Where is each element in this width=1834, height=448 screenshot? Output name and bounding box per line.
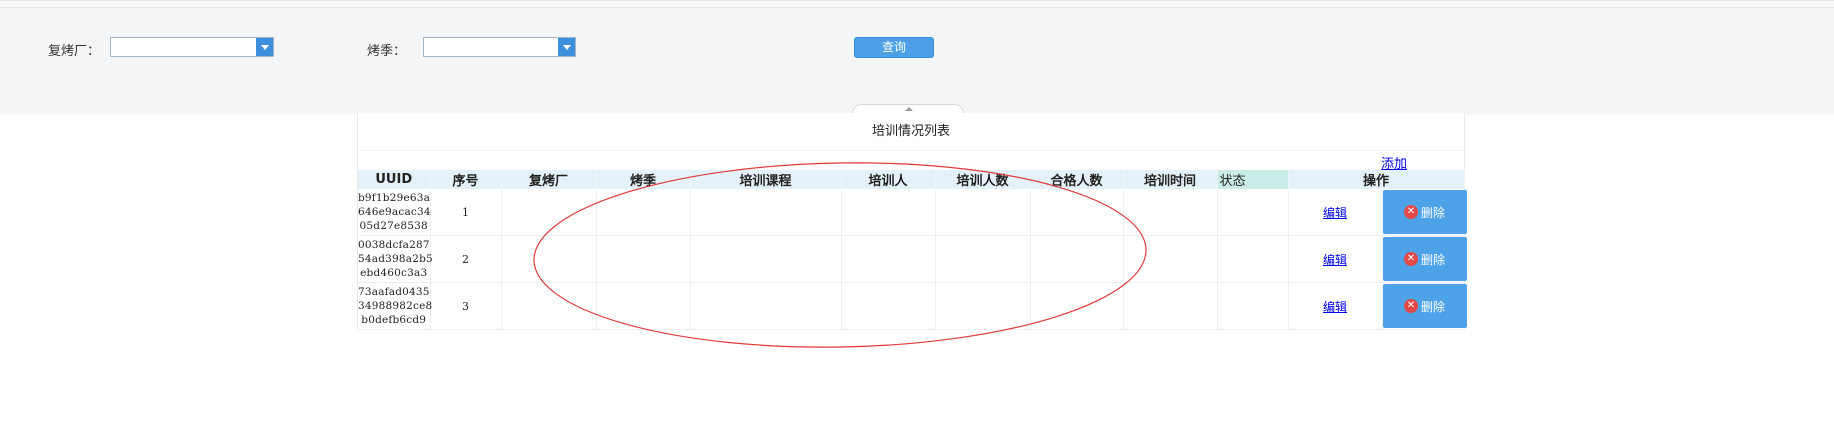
- table-header-row: UUID 序号 复烤厂 烤季 培训课程 培训人 培训人数 合格人数 培训时间 状…: [358, 170, 1465, 189]
- season-combobox[interactable]: [423, 37, 576, 57]
- trainee-count-cell: [935, 235, 1031, 283]
- qualified-count-cell: [1030, 235, 1124, 283]
- grid-title: 培训情况列表: [358, 113, 1464, 151]
- qualified-count-cell: [1030, 189, 1124, 236]
- index-cell: 1: [430, 189, 502, 236]
- uuid-line: b9f1b29e63a: [358, 192, 431, 204]
- training-grid: 培训情况列表 添加 UUID 序号 复烤厂 烤季 培训课程 培训人 培训人数 合…: [357, 113, 1467, 330]
- column-header[interactable]: 培训时间: [1123, 170, 1218, 189]
- factory-cell: [501, 189, 597, 236]
- delete-button[interactable]: ✕ 删除: [1382, 284, 1467, 328]
- season-filter-label: 烤季：: [367, 44, 407, 59]
- training-table: UUID 序号 复烤厂 烤季 培训课程 培训人 培训人数 合格人数 培训时间 状…: [358, 170, 1467, 330]
- season-cell: [596, 282, 691, 330]
- query-button[interactable]: 查询: [854, 37, 934, 58]
- filter-panel: 复烤厂： 烤季： 查询: [0, 0, 1834, 114]
- trainer-cell: [841, 235, 936, 283]
- column-header[interactable]: 培训人数: [935, 170, 1031, 189]
- delete-button[interactable]: ✕ 删除: [1382, 237, 1467, 281]
- trainee-count-cell: [935, 282, 1031, 330]
- time-cell: [1123, 235, 1218, 283]
- trainer-cell: [841, 282, 936, 330]
- index-cell: 2: [430, 235, 502, 283]
- edit-link[interactable]: 编辑: [1323, 206, 1347, 220]
- column-header[interactable]: 状态: [1217, 170, 1289, 189]
- trainee-count-cell: [935, 189, 1031, 236]
- column-header[interactable]: 培训课程: [690, 170, 842, 189]
- uuid-line: 54ad398a2b5: [358, 253, 433, 265]
- delete-button-label: 删除: [1420, 205, 1445, 220]
- delete-cell: ✕ 删除: [1382, 189, 1467, 236]
- delete-button-label: 删除: [1420, 299, 1445, 314]
- column-header[interactable]: 序号: [430, 170, 502, 189]
- column-header[interactable]: UUID: [358, 170, 431, 189]
- edit-link[interactable]: 编辑: [1323, 300, 1347, 314]
- delete-x-icon: ✕: [1403, 205, 1418, 219]
- edit-cell: 编辑: [1288, 235, 1383, 283]
- uuid-line: b0defb6cd9: [361, 314, 427, 326]
- time-cell: [1123, 189, 1218, 236]
- course-cell: [690, 189, 842, 236]
- grid-toolbar: 添加: [358, 151, 1464, 172]
- uuid-line: 05d27e8538: [359, 220, 428, 232]
- factory-combobox[interactable]: [110, 37, 274, 57]
- delete-button-label: 删除: [1420, 252, 1445, 267]
- factory-cell: [501, 235, 597, 283]
- delete-x-icon: ✕: [1403, 299, 1418, 313]
- edit-cell: 编辑: [1288, 282, 1383, 330]
- factory-cell: [501, 282, 597, 330]
- delete-cell: ✕ 删除: [1382, 282, 1467, 330]
- status-cell: [1217, 282, 1289, 330]
- uuid-line: 34988982ce8: [358, 300, 433, 312]
- table-row[interactable]: 73aafad0435 34988982ce8 b0defb6cd9 3 编辑 ✕ 删…: [358, 282, 1467, 330]
- index-cell: 3: [430, 282, 502, 330]
- edit-link[interactable]: 编辑: [1323, 253, 1347, 267]
- uuid-line: 73aafad0435: [358, 286, 430, 298]
- uuid-cell: 0038dcfa287 54ad398a2b5 ebd460c3a3: [358, 235, 433, 283]
- delete-cell: ✕ 删除: [1382, 235, 1467, 283]
- course-cell: [690, 282, 842, 330]
- season-cell: [596, 235, 691, 283]
- status-cell: [1217, 189, 1289, 236]
- column-header: 操作: [1288, 170, 1465, 189]
- status-cell: [1217, 235, 1289, 283]
- course-cell: [690, 235, 842, 283]
- chevron-down-icon[interactable]: [558, 38, 575, 56]
- uuid-cell: b9f1b29e63a 646e9acac34 05d27e8538: [358, 189, 431, 236]
- table-row[interactable]: b9f1b29e63a 646e9acac34 05d27e8538 1 编辑 ✕ 删…: [358, 189, 1467, 236]
- delete-button[interactable]: ✕ 删除: [1382, 190, 1467, 234]
- column-header[interactable]: 烤季: [596, 170, 691, 189]
- season-cell: [596, 189, 691, 236]
- delete-x-icon: ✕: [1403, 252, 1418, 266]
- column-header[interactable]: 培训人: [841, 170, 936, 189]
- uuid-line: 646e9acac34: [358, 206, 431, 218]
- factory-filter-label: 复烤厂：: [48, 44, 101, 59]
- table-row[interactable]: 0038dcfa287 54ad398a2b5 ebd460c3a3 2 编辑 ✕ 删…: [358, 235, 1467, 283]
- uuid-line: ebd460c3a3: [360, 267, 428, 279]
- add-link[interactable]: 添加: [1381, 153, 1407, 172]
- top-bar-edge: [0, 1, 1834, 8]
- qualified-count-cell: [1030, 282, 1124, 330]
- uuid-line: 0038dcfa287: [358, 239, 430, 251]
- column-header[interactable]: 复烤厂: [501, 170, 597, 189]
- trainer-cell: [841, 189, 936, 236]
- time-cell: [1123, 282, 1218, 330]
- chevron-down-icon[interactable]: [256, 38, 273, 56]
- column-header[interactable]: 合格人数: [1030, 170, 1124, 189]
- edit-cell: 编辑: [1288, 189, 1383, 236]
- uuid-cell: 73aafad0435 34988982ce8 b0defb6cd9: [358, 282, 433, 330]
